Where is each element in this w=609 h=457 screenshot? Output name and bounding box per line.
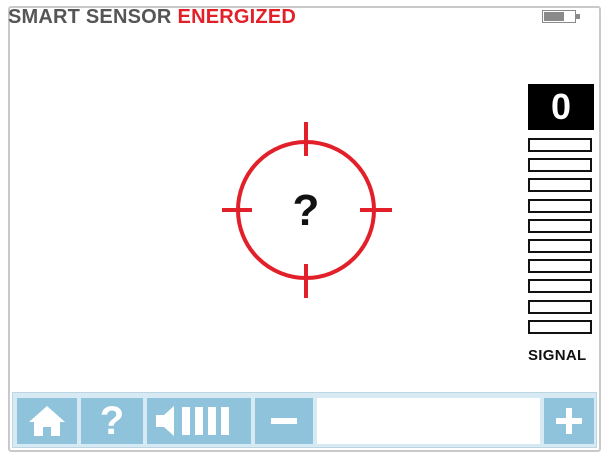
battery-body (542, 10, 576, 23)
crosshair-icon: ? (222, 122, 392, 298)
target-reticle: ? (218, 122, 398, 307)
battery-tip (576, 14, 580, 19)
energized-status: ENERGIZED (177, 6, 297, 28)
device-name: SMART SENSOR (8, 6, 172, 28)
signal-bar (528, 158, 592, 173)
signal-bar (528, 238, 592, 253)
battery-icon (542, 10, 582, 23)
bottom-toolbar: ? (12, 392, 597, 448)
signal-bar (528, 279, 592, 294)
decrease-button[interactable] (255, 398, 313, 444)
signal-value: 0 (528, 84, 594, 130)
increase-button[interactable] (544, 398, 594, 444)
home-icon (29, 406, 65, 436)
home-button[interactable] (17, 398, 77, 444)
status-title: SMART SENSOR ENERGIZED (8, 6, 296, 29)
help-button[interactable]: ? (81, 398, 143, 444)
minus-icon (271, 418, 297, 424)
target-symbol: ? (293, 186, 320, 235)
level-slider[interactable] (317, 398, 540, 444)
signal-bar (528, 138, 592, 152)
signal-bar (528, 178, 592, 193)
signal-bar (528, 319, 592, 334)
volume-button[interactable] (147, 398, 251, 444)
signal-bar (528, 299, 592, 314)
signal-meter (528, 138, 592, 340)
signal-label: SIGNAL (528, 347, 587, 364)
battery-fill (544, 12, 564, 21)
signal-bar (528, 259, 592, 274)
signal-bar (528, 198, 592, 213)
speaker-volume-icon (156, 406, 229, 436)
signal-bar (528, 218, 592, 233)
plus-icon (556, 408, 582, 434)
